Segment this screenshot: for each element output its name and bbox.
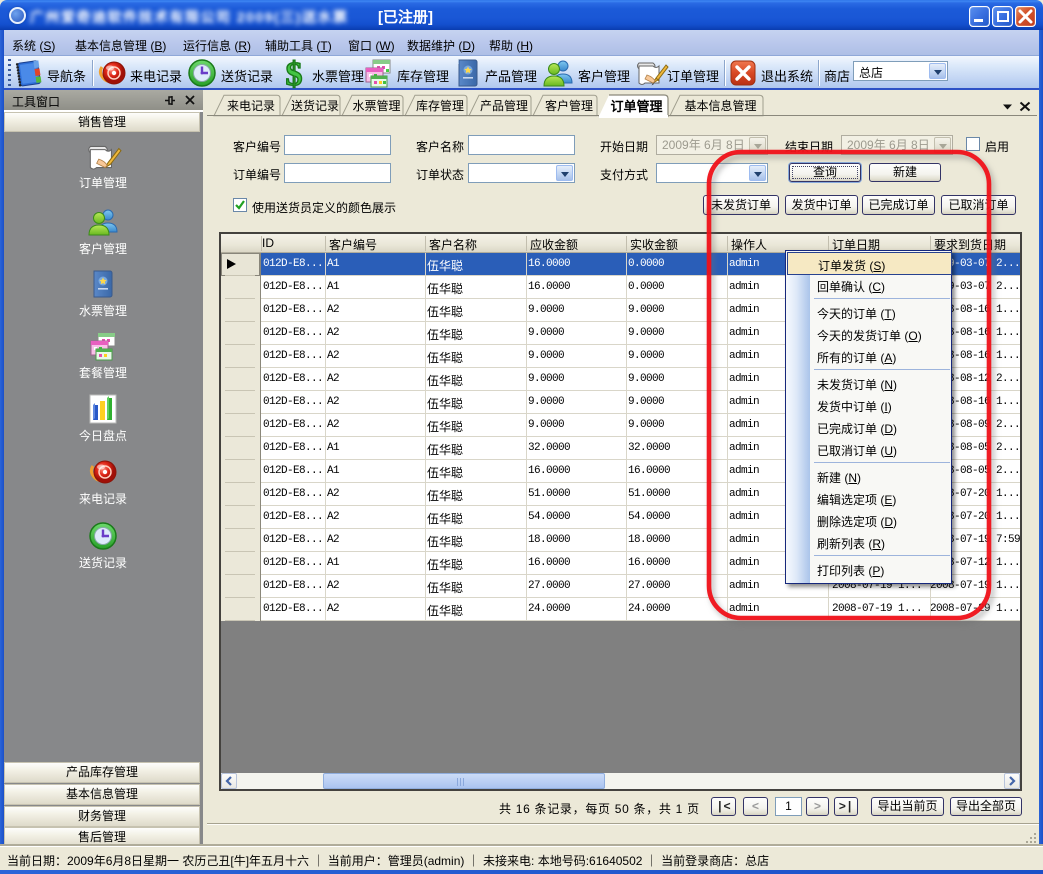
svg-text:$: $ [286, 57, 303, 89]
